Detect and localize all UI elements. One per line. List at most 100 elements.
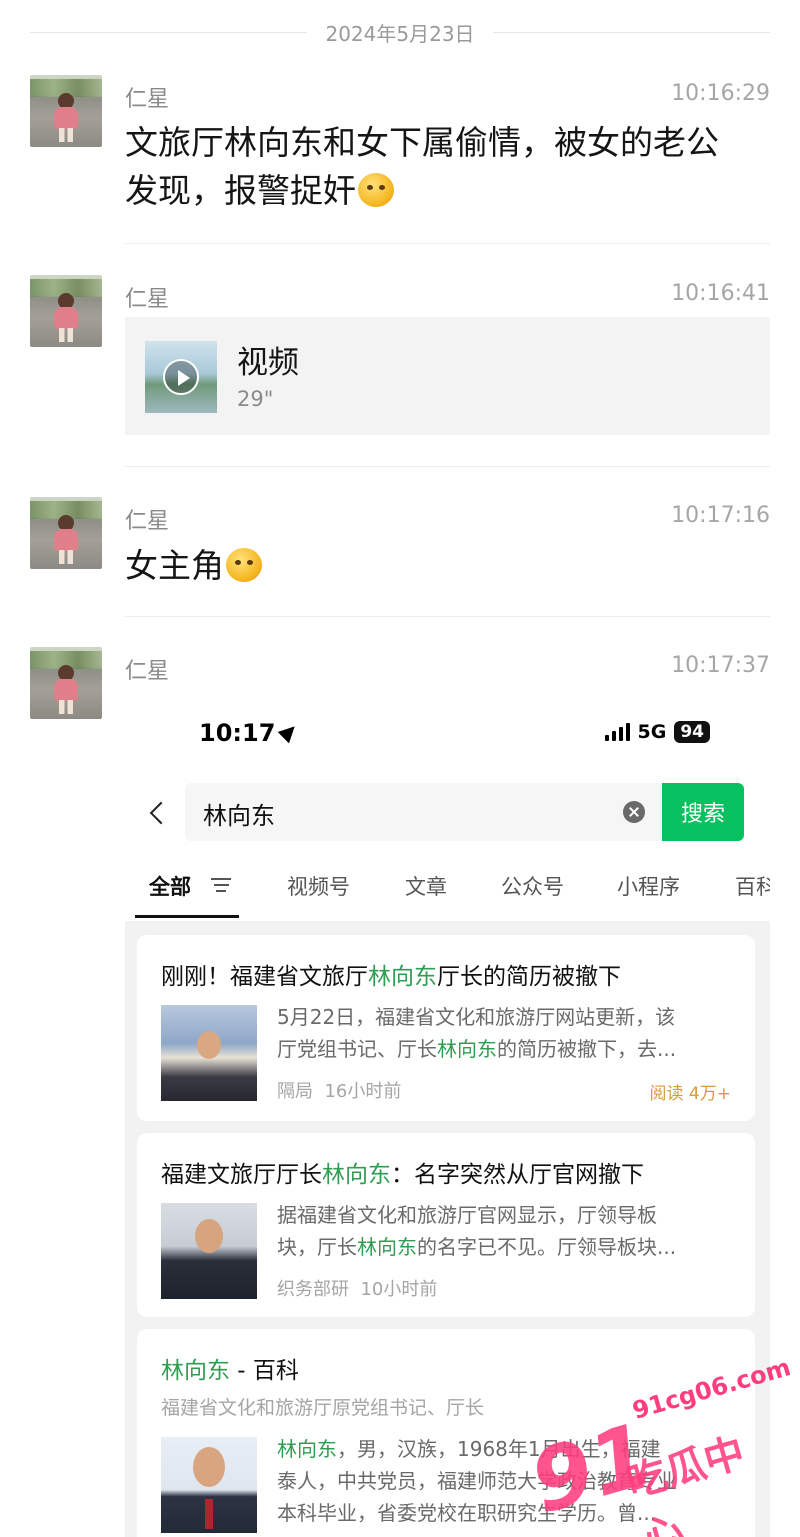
tab-accounts[interactable]: 公众号 — [501, 871, 564, 901]
battery-icon: 94 — [674, 721, 710, 743]
result-thumbnail — [161, 1005, 257, 1101]
result-card[interactable]: 福建文旅厅厅长林向东：名字突然从厅官网撤下 据福建省文化和旅游厅官网显示，厅领导… — [137, 1133, 755, 1317]
message-divider — [125, 466, 770, 467]
result-title-fragment: ：名字突然从厅官网撤下 — [391, 1162, 644, 1188]
snippet-fragment: 的简历被撤下，去... — [497, 1037, 677, 1061]
video-duration: 29" — [237, 387, 274, 411]
result-title: 福建文旅厅厅长林向东：名字突然从厅官网撤下 — [161, 1155, 644, 1189]
signal-bar — [604, 735, 609, 741]
play-icon — [163, 359, 199, 395]
keyword-highlight: 林向东 — [277, 1437, 337, 1461]
keyword-highlight: 林向东 — [437, 1037, 497, 1061]
snippet-line: 泰人，中共党员，福建师范大学政治教育专业 — [277, 1469, 677, 1493]
status-bar: 10:17 5G 94 — [125, 717, 770, 753]
video-title: 视频 — [237, 345, 299, 381]
keyword-highlight: 林向东 — [161, 1358, 230, 1384]
result-title: 刚刚！福建省文旅厅林向东厅长的简历被撤下 — [161, 957, 621, 991]
avatar[interactable] — [30, 275, 102, 347]
snippet-fragment: 块，厅长 — [277, 1235, 357, 1259]
sender-name: 仁星 — [125, 287, 170, 312]
message-time: 10:17:37 — [671, 653, 770, 678]
result-card-encyclopedia[interactable]: 林向东 - 百科 福建省文化和旅游厅原党组书记、厅长 林向东，男，汉族，1968… — [137, 1329, 755, 1537]
result-snippet: 5月22日，福建省文化和旅游厅网站更新，该 厅党组书记、厅长林向东的简历被撤下，… — [277, 1001, 737, 1065]
filter-line — [211, 878, 231, 880]
divider-line — [30, 31, 308, 33]
message-text[interactable]: 女主角 — [125, 542, 765, 590]
result-subtitle: 福建省文化和旅游厅原党组书记、厅长 — [161, 1397, 485, 1419]
keyword-highlight: 林向东 — [322, 1162, 391, 1188]
tab-channels[interactable]: 视频号 — [287, 871, 350, 901]
result-meta: 隔局 16小时前 — [277, 1077, 401, 1103]
message-text-fragment: 发现，报警捉奸 — [125, 171, 356, 210]
avatar-figure-legs — [59, 328, 73, 342]
network-type: 5G — [637, 721, 667, 743]
result-age: 16小时前 — [324, 1081, 402, 1102]
back-chevron-icon[interactable] — [145, 795, 173, 831]
result-source: 隔局 — [277, 1081, 313, 1102]
search-results: 刚刚！福建省文旅厅林向东厅长的简历被撤下 5月22日，福建省文化和旅游厅网站更新… — [125, 921, 770, 1537]
sender-name: 仁星 — [125, 659, 170, 684]
avatar-figure-body — [54, 529, 78, 551]
thumbnail-tie — [205, 1499, 213, 1529]
search-bar: 林向东 搜索 — [125, 783, 770, 843]
result-title-fragment: 厅长的简历被撤下 — [437, 964, 621, 990]
avatar[interactable] — [30, 497, 102, 569]
sender-name: 仁星 — [125, 87, 170, 112]
signal-bar — [618, 727, 623, 741]
avatar[interactable] — [30, 647, 102, 719]
video-message-card[interactable]: 视频 29" — [125, 317, 770, 435]
snippet-line: 块，厅长林向东的名字已不见。厅领导板块... — [277, 1231, 737, 1263]
avatar-figure-legs — [59, 128, 73, 142]
result-thumbnail — [161, 1203, 257, 1299]
tab-mini-programs[interactable]: 小程序 — [617, 871, 680, 901]
result-thumbnail — [161, 1437, 257, 1533]
message-text-line: 文旅厅林向东和女下属偷情，被女的老公 — [125, 123, 719, 162]
message-time: 10:16:29 — [671, 81, 770, 106]
active-tab-indicator — [135, 915, 239, 918]
shared-screenshot-image[interactable]: 10:17 5G 94 林向东 搜索 全部 视频号 文章 公众号 小程序 百科 — [125, 705, 770, 1537]
result-snippet: 林向东，男，汉族，1968年1月出生，福建 泰人，中共党员，福建师范大学政治教育… — [277, 1433, 737, 1529]
search-input[interactable]: 林向东 — [185, 783, 661, 841]
snippet-line: 厅党组书记、厅长林向东的简历被撤下，去... — [277, 1033, 737, 1065]
video-thumbnail — [145, 341, 217, 413]
thumbnail-face — [197, 1031, 221, 1059]
status-indicators: 5G 94 — [604, 721, 710, 743]
avatar-figure-body — [54, 107, 78, 129]
result-title-fragment: - 百科 — [230, 1358, 299, 1384]
result-title-fragment: 刚刚！福建省文旅厅 — [161, 964, 368, 990]
snippet-line: 本科毕业，省委党校在职研究生学历。曾... — [277, 1501, 657, 1525]
message-text[interactable]: 文旅厅林向东和女下属偷情，被女的老公 发现，报警捉奸 — [125, 119, 765, 215]
avatar-figure-legs — [59, 700, 73, 714]
message-text-line: 发现，报警捉奸 — [125, 167, 765, 215]
tab-all[interactable]: 全部 — [149, 871, 191, 901]
avatar[interactable] — [30, 75, 102, 147]
tab-articles[interactable]: 文章 — [405, 871, 447, 901]
message-time: 10:16:41 — [671, 281, 770, 306]
location-arrow-icon — [278, 720, 301, 744]
signal-bar — [625, 723, 630, 741]
status-clock-text: 10:17 — [199, 719, 276, 747]
result-title-fragment: 福建文旅厅厅长 — [161, 1162, 322, 1188]
result-source: 织务部研 — [277, 1279, 349, 1300]
avatar-figure-body — [54, 679, 78, 701]
thumbnail-face — [193, 1447, 225, 1487]
keyword-highlight: 林向东 — [368, 964, 437, 990]
tab-encyclopedia[interactable]: 百科 — [735, 871, 770, 901]
search-tabs: 全部 视频号 文章 公众号 小程序 百科 — [135, 863, 770, 921]
read-count: 阅读 4万+ — [649, 1084, 731, 1104]
signal-icon — [604, 723, 630, 741]
search-query: 林向东 — [203, 802, 275, 830]
avatar-figure-body — [54, 307, 78, 329]
divider-line — [492, 31, 771, 33]
result-card[interactable]: 刚刚！福建省文旅厅林向东厅长的简历被撤下 5月22日，福建省文化和旅游厅网站更新… — [137, 935, 755, 1121]
filter-icon[interactable] — [211, 878, 231, 892]
date-separator: 2024年5月23日 — [30, 14, 771, 50]
search-button[interactable]: 搜索 — [662, 783, 744, 841]
sender-name: 仁星 — [125, 509, 170, 534]
snippet-line: 据福建省文化和旅游厅官网显示，厅领导板 — [277, 1203, 657, 1227]
result-snippet: 据福建省文化和旅游厅官网显示，厅领导板 块，厅长林向东的名字已不见。厅领导板块.… — [277, 1199, 737, 1263]
clear-icon[interactable] — [623, 801, 645, 823]
filter-line — [216, 890, 226, 892]
message-divider — [125, 616, 770, 617]
status-clock: 10:17 — [199, 719, 301, 747]
